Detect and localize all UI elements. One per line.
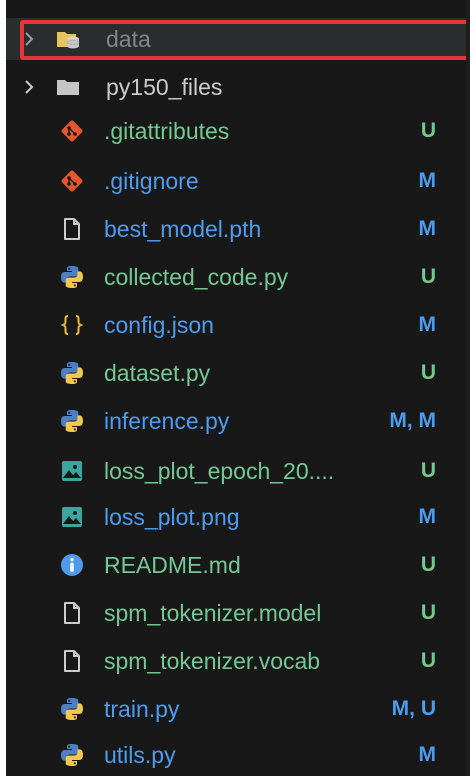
- git-icon: [61, 170, 83, 192]
- explorer-item-label: spm_tokenizer.model: [104, 600, 322, 626]
- explorer-item-label: .gitignore: [104, 168, 199, 194]
- file-explorer-panel: data py150_files .gitattributes U .gitig…: [6, 0, 468, 776]
- explorer-item-loss-plot-epoch[interactable]: loss_plot_epoch_20.... U: [6, 450, 468, 492]
- explorer-item-spm-tokenizer-model[interactable]: spm_tokenizer.model U: [6, 592, 468, 634]
- python-icon: [61, 744, 83, 766]
- json-braces-icon: [60, 315, 84, 335]
- explorer-item-label: .gitattributes: [104, 118, 230, 144]
- explorer-item-label: config.json: [104, 312, 214, 338]
- git-status-badge: U: [420, 649, 436, 672]
- git-status-badge: U: [420, 553, 436, 576]
- git-status-badge: M, U: [391, 697, 436, 720]
- chevron-right-icon[interactable]: [20, 78, 38, 96]
- explorer-item-spm-tokenizer-vocab[interactable]: spm_tokenizer.vocab U: [6, 640, 468, 682]
- git-status-badge: U: [420, 265, 436, 288]
- python-icon: [61, 698, 83, 720]
- explorer-item-config-json[interactable]: config.json M: [6, 304, 468, 346]
- explorer-item-label: data: [106, 26, 151, 52]
- explorer-item-inference-py[interactable]: inference.py M, M: [6, 400, 468, 442]
- explorer-item-readme-md[interactable]: README.md U: [6, 544, 468, 586]
- git-status-badge: M, M: [389, 409, 436, 432]
- explorer-item-label: dataset.py: [104, 360, 211, 386]
- file-icon: [64, 218, 80, 240]
- git-status-badge: U: [420, 361, 436, 384]
- folder-icon: [57, 80, 79, 95]
- git-status-badge: M: [418, 505, 437, 528]
- explorer-item-train-py[interactable]: train.py M, U: [6, 688, 468, 730]
- explorer-item-py150-files[interactable]: py150_files: [6, 66, 468, 108]
- scrollbar[interactable]: [466, 0, 470, 776]
- git-status-badge: M: [418, 169, 437, 192]
- explorer-item-data[interactable]: data: [6, 18, 468, 60]
- python-icon: [61, 362, 83, 384]
- explorer-item-label: best_model.pth: [104, 216, 262, 242]
- explorer-item-collected-code-py[interactable]: collected_code.py U: [6, 256, 468, 298]
- explorer-item-label: py150_files: [106, 74, 223, 100]
- explorer-item-loss-plot-png[interactable]: loss_plot.png M: [6, 496, 468, 538]
- explorer-item-best-model-pth[interactable]: best_model.pth M: [6, 208, 468, 250]
- database-folder-icon: [57, 32, 80, 49]
- git-status-badge: U: [420, 601, 436, 624]
- git-icon: [61, 120, 83, 142]
- chevron-right-icon[interactable]: [20, 30, 38, 48]
- explorer-item-label: spm_tokenizer.vocab: [104, 648, 321, 674]
- explorer-item-label: loss_plot_epoch_20....: [104, 458, 335, 484]
- image-icon: [62, 507, 82, 527]
- git-status-badge: M: [418, 217, 437, 240]
- image-icon: [62, 461, 82, 481]
- explorer-item-label: inference.py: [104, 408, 230, 434]
- git-status-badge: M: [418, 743, 437, 766]
- explorer-item-label: collected_code.py: [104, 264, 289, 290]
- info-icon: [61, 554, 83, 576]
- explorer-item-label: utils.py: [104, 742, 176, 768]
- explorer-item-label: loss_plot.png: [104, 504, 240, 530]
- python-icon: [61, 410, 83, 432]
- python-icon: [61, 266, 83, 288]
- git-status-badge: U: [420, 119, 436, 142]
- git-status-badge: U: [420, 459, 436, 482]
- file-icon: [64, 602, 80, 624]
- explorer-item-gitignore[interactable]: .gitignore M: [6, 160, 468, 202]
- git-status-badge: M: [418, 313, 437, 336]
- explorer-item-label: README.md: [104, 552, 241, 578]
- file-icon: [64, 650, 80, 672]
- explorer-item-label: train.py: [104, 696, 180, 722]
- explorer-item-dataset-py[interactable]: dataset.py U: [6, 352, 468, 394]
- explorer-item-gitattributes[interactable]: .gitattributes U: [6, 110, 468, 152]
- explorer-item-utils-py[interactable]: utils.py M: [6, 734, 468, 776]
